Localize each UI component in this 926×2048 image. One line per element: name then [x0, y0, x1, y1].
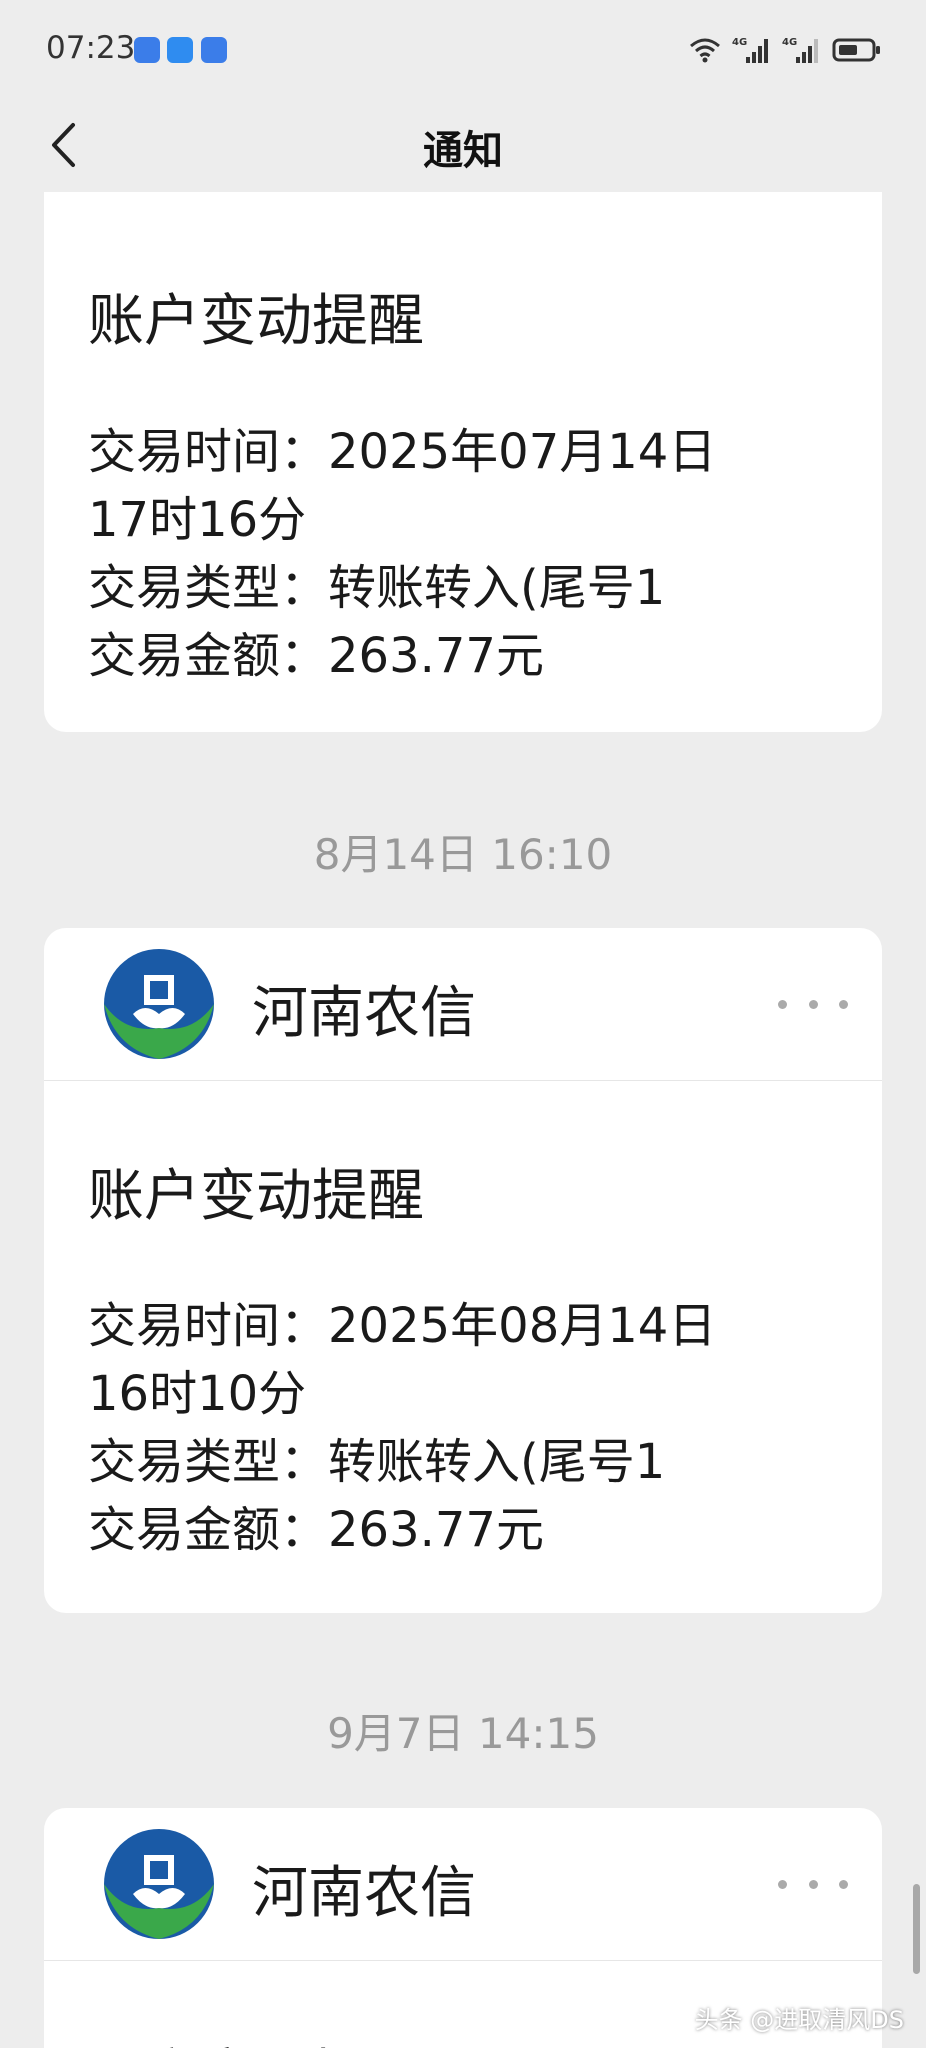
- bank-logo-icon: [104, 1829, 214, 1939]
- scrollbar[interactable]: [913, 1884, 920, 1974]
- notification-screen: 07:23 4G 4G 通知 账户变动提醒 交易时间：2025年07月14日 1…: [0, 0, 926, 2048]
- notification-card[interactable]: 账户变动提醒 交易时间：2025年07月14日 17时16分 交易类型：转账转入…: [44, 192, 882, 732]
- transaction-amount: 交易金额：263.77元: [88, 1502, 544, 1558]
- nav-bar: 通知: [0, 100, 926, 192]
- more-dot-icon: [839, 1879, 848, 1889]
- page-title: 通知: [423, 128, 503, 174]
- notification-header: 河南农信: [44, 928, 882, 1081]
- watermark: 头条 @进取清风DS: [694, 2006, 904, 2034]
- more-dot-icon: [778, 1879, 787, 1889]
- signal-icon: 4G: [732, 37, 768, 63]
- transaction-type: 交易类型：转账转入(尾号1: [88, 560, 666, 616]
- notification-header: 河南农信: [44, 1808, 882, 1961]
- more-dot-icon: [778, 999, 787, 1009]
- notification-card[interactable]: 河南农信 账户变动提醒 交易时间：2025年08月14日 16时10分 交易类型…: [44, 928, 882, 1613]
- transaction-time: 交易时间：2025年07月14日: [88, 424, 717, 480]
- transaction-time: 交易时间：2025年08月14日: [88, 1298, 717, 1354]
- message-timestamp: 8月14日 16:10: [313, 830, 613, 879]
- network-type-label: 4G: [732, 37, 747, 48]
- notification-title: 账户变动提醒: [88, 289, 424, 354]
- more-dot-icon: [839, 999, 848, 1009]
- bank-logo-icon: [104, 949, 214, 1059]
- more-dot-icon: [808, 1879, 818, 1889]
- transaction-time-cont: 17时16分: [88, 492, 307, 548]
- notification-title: 账户变动提醒: [88, 2031, 424, 2048]
- battery-icon: [832, 38, 880, 62]
- transaction-amount: 交易金额：263.77元: [88, 628, 544, 684]
- more-dot-icon: [808, 999, 818, 1009]
- status-bar: 07:23 4G 4G: [0, 0, 926, 100]
- more-options-button[interactable]: [778, 1864, 848, 1904]
- wifi-icon: [690, 38, 720, 63]
- transaction-time-cont: 16时10分: [88, 1366, 307, 1422]
- status-icons: 4G 4G: [688, 32, 882, 68]
- app-notification-icon: [134, 37, 160, 63]
- sender-name: 河南农信: [252, 1861, 476, 1926]
- more-options-button[interactable]: [778, 984, 848, 1024]
- transaction-type: 交易类型：转账转入(尾号1: [88, 1434, 666, 1490]
- network-type-label: 4G: [782, 37, 797, 48]
- sender-name: 河南农信: [252, 981, 476, 1046]
- signal-icon: 4G: [782, 37, 818, 63]
- message-timestamp: 9月7日 14:15: [327, 1709, 599, 1758]
- app-notification-icon: [167, 37, 193, 63]
- notification-title: 账户变动提醒: [88, 1164, 424, 1229]
- app-notification-icon: [201, 37, 227, 63]
- status-time: 07:23: [46, 30, 136, 66]
